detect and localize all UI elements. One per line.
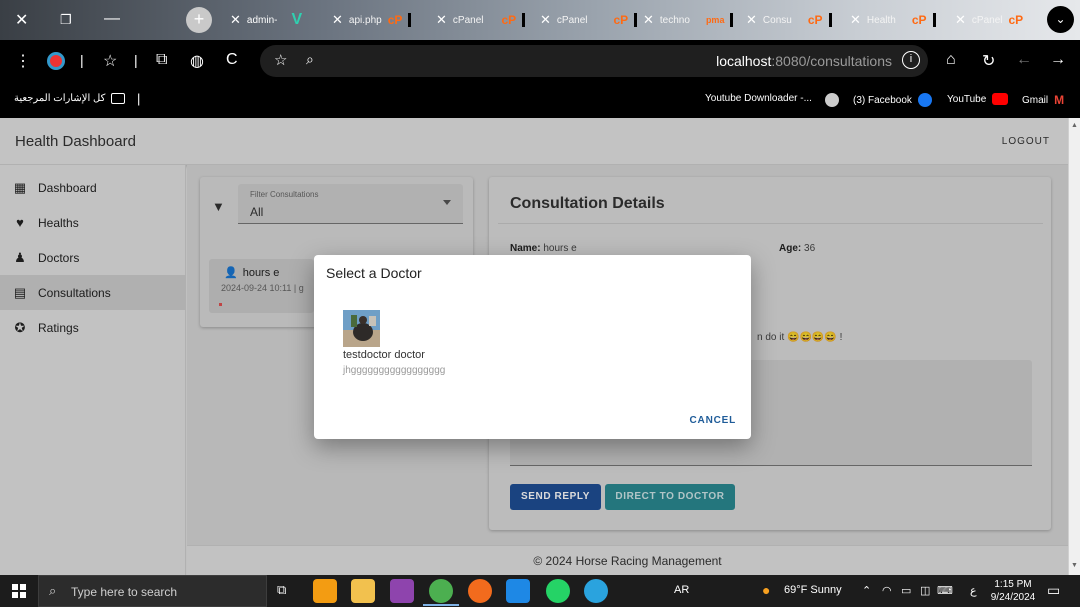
close-tab-icon[interactable]: ✕ xyxy=(746,12,757,28)
network-icon[interactable]: ◠ xyxy=(882,584,892,597)
tab-api[interactable]: ✕ api.php cP xyxy=(332,6,412,34)
tab-cpanel-1[interactable]: ✕ cPanel cP xyxy=(436,6,526,34)
folder-icon xyxy=(111,93,126,104)
dialog-title: Select a Doctor xyxy=(326,265,422,281)
bookmark-facebook[interactable]: (3) Facebook xyxy=(825,93,932,107)
extension-record-icon[interactable] xyxy=(47,52,65,70)
file-explorer-icon[interactable] xyxy=(351,579,375,603)
facebook-icon xyxy=(917,93,932,107)
restore-window-icon[interactable]: ❐ xyxy=(60,12,72,28)
vue-logo-icon: V xyxy=(291,11,303,28)
url-text[interactable]: localhost:8080/consultations xyxy=(716,53,892,69)
chrome-app-icon[interactable] xyxy=(423,579,459,606)
reload-icon[interactable]: ↻ xyxy=(982,51,995,71)
cpanel-logo-icon: cP xyxy=(1008,13,1024,27)
close-tab-icon[interactable]: ✕ xyxy=(955,12,966,28)
doctor-name[interactable]: testdoctor doctor xyxy=(343,349,425,361)
taskbar-search[interactable]: ⌕ Type here to search xyxy=(38,575,267,607)
css-extension-icon[interactable]: C xyxy=(226,51,238,69)
windows-start-icon[interactable] xyxy=(12,584,26,598)
home-icon[interactable]: ⌂ xyxy=(946,51,956,69)
windows-taskbar: ⌕ Type here to search ⧉ AR ● 69°F Sunny … xyxy=(0,575,1080,607)
tab-health[interactable]: ✕ Health cP xyxy=(850,6,936,34)
close-tab-icon[interactable]: ✕ xyxy=(540,12,551,28)
site-info-icon[interactable]: i xyxy=(902,51,920,69)
bookmark-star-icon[interactable]: ☆ xyxy=(274,51,287,69)
youtube-icon xyxy=(992,93,1009,105)
doctor-description: jhggggggggggggggggg xyxy=(343,365,446,376)
gmail-icon: M xyxy=(1054,93,1065,107)
address-bar: ⋮ | ☆ | ⧉ ◍ C ☆ ⌕ localhost:8080/consult… xyxy=(0,40,1080,82)
bookmark-gmail[interactable]: Gmail M xyxy=(1022,93,1064,107)
cpanel-logo-icon: cP xyxy=(501,13,517,27)
xampp-app-icon[interactable] xyxy=(313,579,337,603)
battery-icon[interactable]: ▭ xyxy=(901,584,911,597)
search-icon: ⌕ xyxy=(49,583,57,598)
bookmarks-bar: كل الإشارات المرجعية | Youtube Downloade… xyxy=(0,82,1080,118)
cpanel-logo-icon: cP xyxy=(911,13,927,27)
tab-consu[interactable]: ✕ Consu cP xyxy=(746,6,832,34)
browser-tab-strip: ✕ ❐ — + ✕ admin- V ✕ api.php cP ✕ cPanel… xyxy=(0,0,1080,40)
select-doctor-dialog: Select a Doctor testdoctor doctor jhgggg… xyxy=(314,255,751,439)
vscode-app-icon[interactable] xyxy=(506,579,530,603)
new-tab-button[interactable]: + xyxy=(186,7,212,33)
bookmark-youtube[interactable]: YouTube xyxy=(947,93,1009,105)
more-menu-icon[interactable]: ⋮ xyxy=(15,51,31,71)
cpanel-logo-icon: cP xyxy=(613,13,629,27)
cpanel-logo-icon: cP xyxy=(807,13,823,27)
page-scrollbar[interactable]: ▲ ▼ xyxy=(1068,118,1080,575)
cancel-button[interactable]: CANCEL xyxy=(690,415,736,426)
input-method-icon[interactable]: ع xyxy=(970,584,977,597)
weather-sun-icon: ● xyxy=(762,582,771,598)
notifications-icon[interactable]: ▭ xyxy=(1047,582,1060,599)
star-list-icon[interactable]: ☆ xyxy=(103,51,117,71)
phpmyadmin-logo-icon: pma xyxy=(705,15,725,25)
task-view-icon[interactable]: ⧉ xyxy=(277,582,286,598)
tab-cpanel-3[interactable]: ✕ cPanel cP xyxy=(955,6,1023,34)
close-tab-icon[interactable]: ✕ xyxy=(643,12,654,28)
telegram-app-icon[interactable] xyxy=(584,579,608,603)
close-tab-icon[interactable]: ✕ xyxy=(332,12,343,28)
postman-app-icon[interactable] xyxy=(468,579,492,603)
extensions-icon[interactable]: ⧉ xyxy=(156,51,167,69)
taskbar-clock[interactable]: 1:15 PM 9/24/2024 xyxy=(985,578,1041,604)
tab-cpanel-2[interactable]: ✕ cPanel cP xyxy=(540,6,638,34)
back-arrow-icon[interactable]: → xyxy=(1050,51,1066,69)
keyboard-icon[interactable]: ⌨ xyxy=(937,584,953,597)
doctor-avatar[interactable] xyxy=(343,310,380,347)
zoom-search-icon[interactable]: ⌕ xyxy=(306,51,314,68)
globe-icon[interactable]: ◍ xyxy=(190,51,204,71)
show-hidden-icons-icon[interactable]: ⌃ xyxy=(862,584,871,597)
language-indicator[interactable]: AR xyxy=(674,584,689,596)
close-tab-icon[interactable]: ✕ xyxy=(436,12,447,28)
tab-search-dropdown-icon[interactable]: ⌄ xyxy=(1047,6,1074,33)
bookmark-youtube-downloader[interactable]: Youtube Downloader -... xyxy=(705,93,812,104)
scroll-down-icon[interactable]: ▼ xyxy=(1071,562,1078,569)
close-tab-icon[interactable]: ✕ xyxy=(230,12,241,28)
close-window-icon[interactable]: ✕ xyxy=(15,10,28,30)
tab-admin[interactable]: ✕ admin- V xyxy=(230,6,302,34)
omnibox[interactable]: ☆ ⌕ localhost:8080/consultations i xyxy=(260,45,928,77)
cpanel-logo-icon: cP xyxy=(387,13,403,27)
tab-techno[interactable]: ✕ techno pma xyxy=(643,6,734,34)
minimize-window-icon[interactable]: — xyxy=(104,10,120,28)
speaker-icon[interactable]: ◫ xyxy=(920,584,930,597)
whatsapp-app-icon[interactable] xyxy=(546,579,570,603)
forward-arrow-icon[interactable]: ← xyxy=(1016,51,1032,69)
all-bookmarks[interactable]: كل الإشارات المرجعية xyxy=(14,93,126,104)
phpstorm-app-icon[interactable] xyxy=(390,579,414,603)
scroll-up-icon[interactable]: ▲ xyxy=(1071,122,1078,129)
globe-icon xyxy=(825,93,839,107)
weather-text[interactable]: 69°F Sunny xyxy=(784,584,842,596)
close-tab-icon[interactable]: ✕ xyxy=(850,12,861,28)
